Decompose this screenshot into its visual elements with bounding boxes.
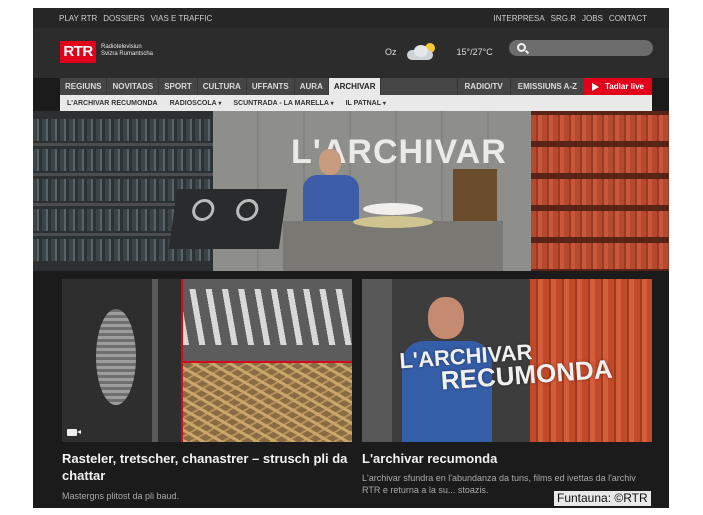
rtr-archivar-page: PLAY RTR DOSSIERS VIAS E TRAFFIC INTERPR… — [33, 8, 669, 508]
play-icon — [592, 82, 600, 91]
nav-item-cultura[interactable]: CULTURA — [198, 78, 247, 95]
weather-widget[interactable]: Oz 15°/27°C — [385, 42, 493, 62]
nav-item-archivar[interactable]: ARCHIVAR — [328, 78, 382, 95]
film-reel — [353, 216, 433, 228]
image-door — [362, 279, 392, 442]
listen-live-label: Tadlar live — [605, 82, 644, 91]
search-icon[interactable] — [517, 43, 526, 52]
hero-banner[interactable]: L'ARCHIVAR — [33, 111, 669, 271]
desk — [283, 221, 503, 271]
listen-live-button[interactable]: Tadlar live — [584, 78, 652, 95]
image-rake — [183, 279, 352, 361]
logo-subtitle: Radiotelevisiun Svizra Rumantscha — [101, 44, 153, 58]
collage-divider — [183, 361, 352, 363]
subnav-item-scuntrada[interactable]: SCUNTRADA - LA MARELLA ▾ — [233, 100, 333, 107]
subnav-item-archivar-recumonda[interactable]: L'ARCHIVAR RECUMONDA — [67, 100, 158, 107]
chevron-down-icon: ▾ — [382, 100, 386, 107]
article-headline[interactable]: L'archivar recumonda — [362, 450, 652, 467]
link-play-rtr[interactable]: PLAY RTR — [59, 14, 97, 23]
image-source-credit: Funtauna: ©RTR — [554, 491, 651, 506]
weather-place: Oz — [385, 47, 397, 57]
rtr-logo[interactable]: RTR — [60, 41, 96, 63]
image-straw-weaving — [183, 363, 352, 442]
top-left-links: PLAY RTR DOSSIERS VIAS E TRAFFIC — [59, 14, 212, 23]
link-contact[interactable]: CONTACT — [609, 14, 647, 23]
article-description: Mastergns plitost da pli baud. — [62, 491, 180, 501]
main-navigation: REGIUNS NOVITADS SPORT CULTURA UFFANTS A… — [60, 78, 652, 95]
article-image-archivist[interactable]: L'ARCHIVAR RECUMONDA — [362, 279, 652, 442]
link-vias-e-traffic[interactable]: VIAS E TRAFFIC — [151, 14, 213, 23]
search-input[interactable] — [525, 41, 643, 55]
nav-item-novitads[interactable]: NOVITADS — [107, 78, 160, 95]
nav-item-uffants[interactable]: UFFANTS — [247, 78, 295, 95]
sub-navigation: L'ARCHIVAR RECUMONDA RADIOSCOLA ▾ SCUNTR… — [60, 95, 652, 111]
logo-subtitle-line1: Radiotelevisiun — [101, 44, 142, 50]
link-srgr[interactable]: SRG.R — [551, 14, 576, 23]
nav-item-emissiuns-a-z[interactable]: EMISSIUNS A-Z — [509, 78, 584, 95]
site-header: RTR Radiotelevisiun Svizra Rumantscha Oz… — [33, 28, 669, 78]
article-card-archivar-recumonda[interactable]: L'ARCHIVAR RECUMONDA L'archivar recumond… — [362, 279, 652, 508]
link-dossiers[interactable]: DOSSIERS — [103, 14, 144, 23]
subnav-item-il-patnal[interactable]: IL PATNAL ▾ — [346, 100, 386, 107]
article-image-collage[interactable] — [62, 279, 352, 442]
film-reel — [363, 203, 423, 215]
image-basket — [62, 279, 181, 442]
nav-item-regiuns[interactable]: REGIUNS — [60, 78, 108, 95]
weather-temperature: 15°/27°C — [456, 47, 493, 57]
link-jobs[interactable]: JOBS — [582, 14, 603, 23]
link-interpresa[interactable]: INTERPRESA — [494, 14, 545, 23]
top-right-links: INTERPRESA SRG.R JOBS CONTACT — [494, 14, 647, 23]
chevron-down-icon: ▾ — [330, 100, 334, 107]
top-utility-bar: PLAY RTR DOSSIERS VIAS E TRAFFIC INTERPR… — [33, 8, 669, 28]
search-box[interactable] — [509, 40, 653, 56]
archive-shelves-right — [531, 111, 669, 271]
subnav-item-radioscola[interactable]: RADIOSCOLA ▾ — [170, 100, 222, 107]
tape-recorder — [168, 189, 288, 249]
article-card-rasteler[interactable]: Rasteler, tretscher, chanastrer – strusc… — [62, 279, 352, 508]
nav-item-aura[interactable]: AURA — [295, 78, 329, 95]
nav-item-sport[interactable]: SPORT — [159, 78, 198, 95]
chevron-down-icon: ▾ — [218, 100, 222, 107]
nav-item-radio-tv[interactable]: RADIO/TV — [456, 78, 510, 95]
logo-subtitle-line2: Svizra Rumantscha — [101, 51, 154, 57]
video-camera-icon — [67, 429, 81, 436]
screenshot-frame: PLAY RTR DOSSIERS VIAS E TRAFFIC INTERPR… — [0, 0, 703, 515]
article-headline[interactable]: Rasteler, tretscher, chanastrer – strusc… — [62, 450, 352, 484]
partly-cloudy-icon — [405, 42, 439, 62]
